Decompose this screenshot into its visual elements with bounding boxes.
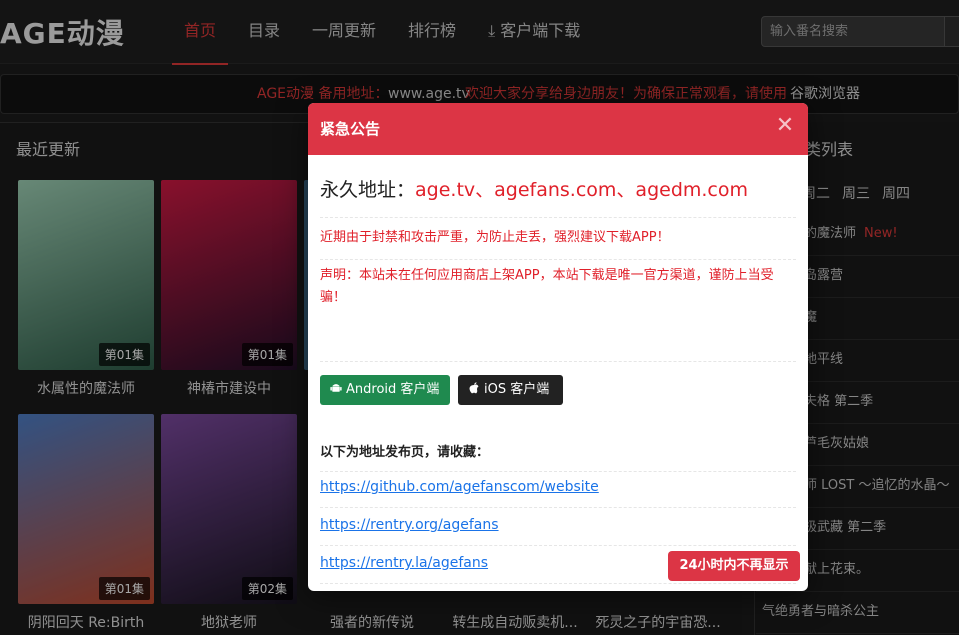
divider: [320, 471, 796, 472]
divider: [320, 507, 796, 508]
divider: [320, 361, 796, 362]
divider: [320, 583, 796, 584]
android-icon: [330, 384, 342, 392]
apple-icon: [469, 382, 479, 394]
modal-header: 紧急公告 ✕: [308, 103, 808, 155]
ios-download-button[interactable]: iOS 客户端: [458, 375, 563, 405]
announcement-modal: 紧急公告 ✕ 永久地址：age.tv、agefans.com、agedm.com…: [308, 103, 808, 591]
warning-download-app: 近期由于封禁和攻击严重，为防止走丢，强烈建议下载APP！: [320, 230, 670, 245]
link-github[interactable]: https://github.com/agefanscom/website: [320, 479, 599, 495]
android-download-button[interactable]: Android 客户端: [320, 375, 450, 405]
ios-button-label: iOS 客户端: [484, 382, 550, 397]
address-label: 永久地址：: [320, 179, 416, 201]
link-rentry-la[interactable]: https://rentry.la/agefans: [320, 555, 488, 571]
address-domains: age.tv、agefans.com、agedm.com: [415, 179, 749, 201]
link-rentry-org[interactable]: https://rentry.org/agefans: [320, 517, 499, 533]
android-button-label: Android 客户端: [346, 382, 440, 397]
close-icon[interactable]: ✕: [774, 115, 796, 137]
warning-official-channel: 声明：本站未在任何应用商店上架APP，本站下载是唯一官方渠道，谨防上当受骗！: [320, 268, 774, 305]
modal-title: 紧急公告: [320, 120, 381, 138]
divider: [320, 217, 796, 218]
divider: [320, 259, 796, 260]
dismiss-24h-button[interactable]: 24小时内不再显示: [668, 551, 800, 581]
divider: [320, 545, 796, 546]
permanent-address: 永久地址：age.tv、agefans.com、agedm.com: [320, 175, 748, 202]
bookmark-heading: 以下为地址发布页，请收藏：: [320, 445, 490, 460]
